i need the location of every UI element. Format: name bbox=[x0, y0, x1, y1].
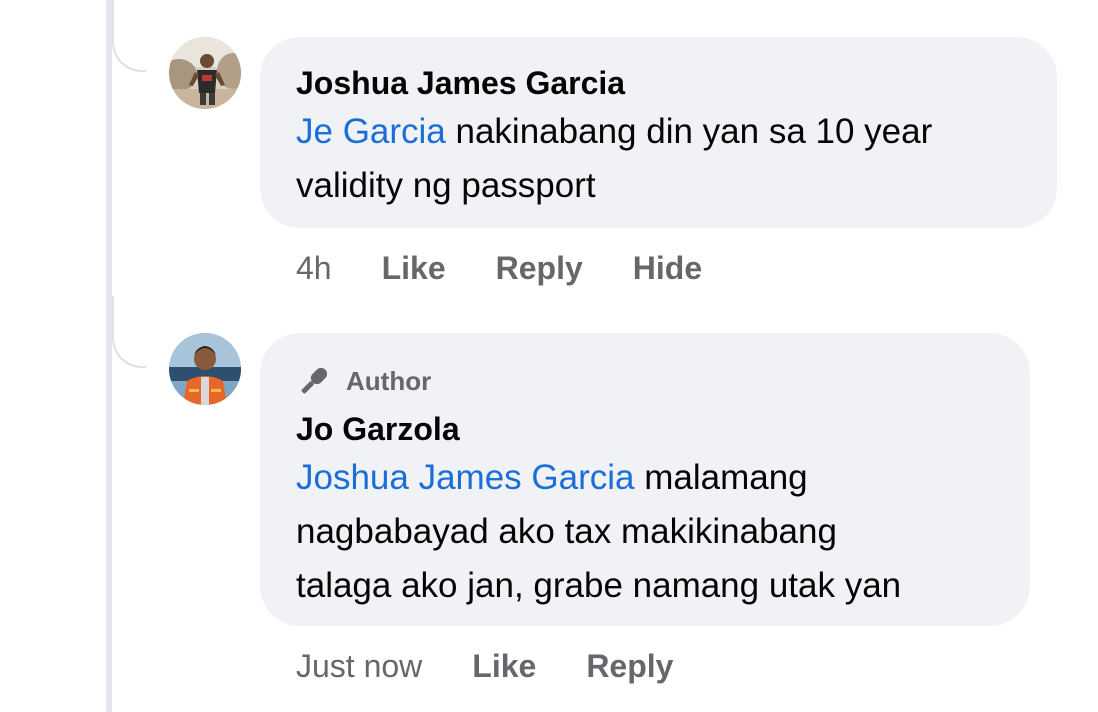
comment-bubble: Author Jo Garzola Joshua James Garcia ma… bbox=[260, 333, 1030, 626]
thread-line bbox=[106, 0, 112, 712]
reply-connector bbox=[112, 296, 146, 368]
avatar[interactable] bbox=[169, 333, 241, 405]
mention-link[interactable]: Je Garcia bbox=[296, 112, 446, 151]
comment-actions: Just now Like Reply bbox=[296, 646, 723, 686]
hide-button[interactable]: Hide bbox=[633, 250, 702, 287]
timestamp[interactable]: 4h bbox=[296, 250, 332, 287]
avatar[interactable] bbox=[169, 37, 241, 109]
comment-text-line: validity ng passport bbox=[296, 166, 596, 205]
comment-bubble: Joshua James Garcia Je Garcia nakinabang… bbox=[260, 37, 1057, 228]
profile-photo-icon bbox=[169, 333, 241, 405]
comment-actions: 4h Like Reply Hide bbox=[296, 248, 752, 288]
like-button[interactable]: Like bbox=[472, 648, 536, 685]
comment-text-line: malamang bbox=[634, 458, 808, 497]
comment-text-line: nakinabang din yan sa 10 year bbox=[445, 112, 933, 151]
like-button[interactable]: Like bbox=[382, 250, 446, 287]
author-badge: Author bbox=[296, 361, 1000, 401]
comment-text-line: talaga ako jan, grabe namang utak yan bbox=[296, 566, 902, 605]
mention-link[interactable]: Joshua James Garcia bbox=[296, 458, 634, 497]
comment-text: Je Garcia nakinabang din yan sa 10 year … bbox=[296, 105, 1027, 213]
microphone-icon bbox=[301, 367, 328, 394]
comment-text: Joshua James Garcia malamang nagbabayad … bbox=[296, 451, 1000, 613]
profile-photo-icon bbox=[169, 37, 241, 109]
author-name[interactable]: Joshua James Garcia bbox=[296, 65, 1027, 101]
comment-text-line: nagbabayad ako tax makikinabang bbox=[296, 512, 837, 551]
reply-button[interactable]: Reply bbox=[586, 648, 673, 685]
author-name[interactable]: Jo Garzola bbox=[296, 411, 1000, 447]
timestamp[interactable]: Just now bbox=[296, 648, 422, 685]
author-badge-label: Author bbox=[346, 365, 432, 396]
reply-button[interactable]: Reply bbox=[496, 250, 583, 287]
reply-connector bbox=[112, 0, 146, 72]
